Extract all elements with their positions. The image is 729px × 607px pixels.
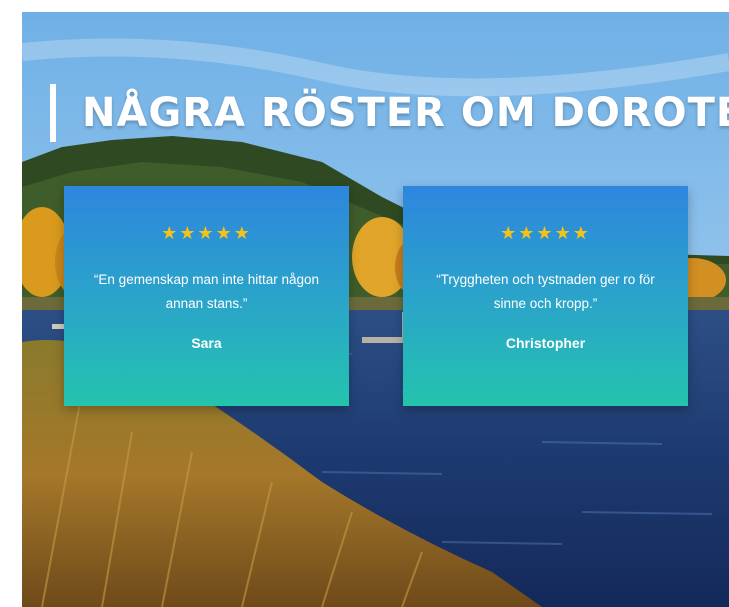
star-icon: ★ bbox=[554, 223, 573, 244]
star-icon: ★ bbox=[161, 223, 180, 244]
star-icon: ★ bbox=[518, 223, 537, 244]
testimonial-author: Christopher bbox=[505, 335, 586, 351]
testimonial-quote: “En gemenskap man inte hittar någon anna… bbox=[93, 272, 320, 311]
star-icon: ★ bbox=[572, 223, 591, 244]
testimonial-quote: “Tryggheten och tystnaden ger ro för sin… bbox=[436, 272, 655, 311]
star-icon: ★ bbox=[197, 223, 216, 244]
star-icon: ★ bbox=[179, 223, 198, 244]
star-icon: ★ bbox=[536, 223, 555, 244]
testimonial-card-christopher: ★★★★★ “Tryggheten och tystnaden ger ro f… bbox=[403, 186, 688, 406]
star-icon: ★ bbox=[500, 223, 519, 244]
page-title: NÅGRA RÖSTER OM DOROTEA bbox=[82, 90, 729, 136]
title-accent-bar bbox=[50, 84, 56, 142]
section-heading: NÅGRA RÖSTER OM DOROTEA bbox=[50, 82, 729, 144]
testimonial-card-sara: ★★★★★ “En gemenskap man inte hittar någo… bbox=[64, 186, 349, 406]
star-rating: ★★★★★ bbox=[64, 223, 349, 244]
testimonial-author: Sara bbox=[191, 335, 222, 351]
star-icon: ★ bbox=[233, 223, 252, 244]
star-icon: ★ bbox=[215, 223, 234, 244]
star-rating: ★★★★★ bbox=[403, 223, 688, 244]
